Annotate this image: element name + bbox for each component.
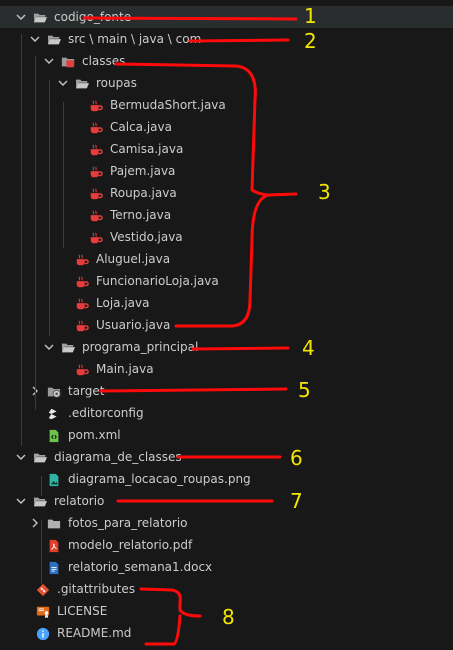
annotation-underline-4 (191, 346, 290, 351)
annotation-number-3: 3 (318, 180, 331, 204)
annotation-number-1: 1 (304, 4, 317, 28)
annotation-number-6: 6 (290, 446, 303, 470)
annotation-number-8: 8 (222, 605, 235, 629)
annotation-underline-5 (99, 387, 288, 393)
annotation-underline-2 (188, 38, 290, 43)
annotation-number-2: 2 (304, 29, 317, 53)
annotation-brace-3 (114, 62, 298, 328)
annotation-overlay (82, 16, 298, 646)
annotation-brace-8 (139, 587, 202, 646)
annotation-underline-1 (82, 16, 298, 21)
annotation-number-7: 7 (290, 489, 303, 513)
annotation-number-5: 5 (298, 378, 311, 402)
annotation-number-4: 4 (302, 336, 315, 360)
